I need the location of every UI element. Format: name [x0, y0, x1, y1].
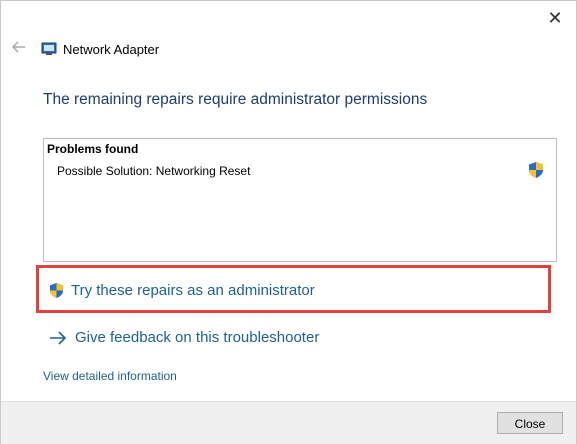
give-feedback-link[interactable]: Give feedback on this troubleshooter — [49, 329, 319, 346]
problems-found-box: Problems found Possible Solution: Networ… — [43, 138, 557, 262]
troubleshooter-window: ✕ Network Adapter The remaining repairs … — [0, 0, 577, 444]
footer-bar: Close — [1, 401, 576, 444]
network-adapter-icon — [41, 42, 57, 56]
uac-shield-icon — [49, 282, 64, 299]
try-repairs-as-admin-link[interactable]: Try these repairs as an administrator — [49, 282, 315, 299]
try-repairs-label: Try these repairs as an administrator — [71, 282, 315, 299]
give-feedback-label: Give feedback on this troubleshooter — [75, 329, 320, 346]
window-title: Network Adapter — [63, 41, 160, 57]
window-title-row: Network Adapter — [41, 40, 159, 58]
problems-found-title: Problems found — [47, 142, 139, 156]
close-button[interactable]: Close — [497, 412, 563, 434]
view-detailed-information-link[interactable]: View detailed information — [43, 369, 177, 383]
arrow-right-icon — [49, 330, 67, 345]
uac-shield-icon — [528, 161, 544, 179]
close-window-icon[interactable]: ✕ — [546, 9, 564, 27]
page-heading: The remaining repairs require administra… — [43, 91, 428, 108]
back-arrow-icon[interactable] — [11, 39, 27, 55]
problem-item-label: Possible Solution: Networking Reset — [57, 164, 251, 178]
